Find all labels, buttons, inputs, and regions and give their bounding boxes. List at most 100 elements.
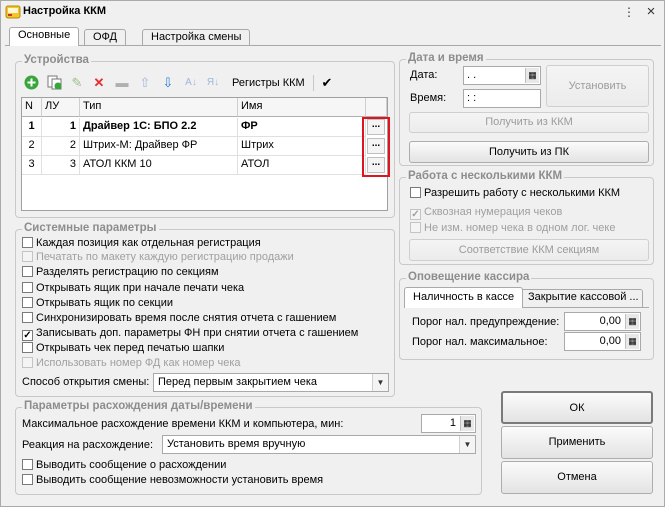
chevron-down-icon[interactable]: ▼ bbox=[459, 436, 475, 453]
multi-kkm-title: Работа с несколькими ККМ bbox=[406, 170, 565, 182]
discrepancy-title: Параметры расхождения даты/времени bbox=[22, 400, 255, 412]
show-diff-msg-checkbox[interactable]: Выводить сообщение о расхождении bbox=[22, 459, 226, 473]
cancel-button[interactable]: Отмена bbox=[501, 461, 653, 494]
checkbox-box[interactable] bbox=[22, 297, 33, 308]
opt-open-drawer-start-checkbox[interactable]: Открывать ящик при начале печати чека bbox=[22, 282, 244, 296]
calendar-icon[interactable]: ▦ bbox=[525, 68, 539, 83]
date-input[interactable]: . . ▦ bbox=[463, 66, 541, 85]
opt-each-position-checkbox[interactable]: Каждая позиция как отдельная регистрация bbox=[22, 237, 261, 251]
tab-shift-settings[interactable]: Настройка смены bbox=[142, 29, 251, 45]
add-icon[interactable] bbox=[23, 75, 39, 91]
registers-button[interactable]: Регистры ККМ bbox=[232, 77, 305, 89]
warn-threshold-value: 0,00 bbox=[599, 315, 621, 327]
col-header-lu[interactable]: ЛУ bbox=[42, 98, 80, 117]
checkbox-label: Не изм. номер чека в одном лог. чеке bbox=[424, 222, 616, 234]
more-icon[interactable]: ⋮ bbox=[621, 4, 637, 20]
checkbox-box[interactable] bbox=[22, 251, 33, 262]
cell-type: АТОЛ ККМ 10 bbox=[80, 156, 238, 175]
toolbar-divider bbox=[313, 75, 314, 91]
get-from-kkm-button[interactable]: Получить из ККМ bbox=[409, 112, 649, 133]
opt-fd-number-checkbox[interactable]: Использовать номер ФД как номер чека bbox=[22, 357, 241, 371]
through-numbering-checkbox[interactable]: ✓ Сквозная нумерация чеков bbox=[410, 206, 562, 220]
reaction-label: Реакция на расхождение: bbox=[22, 439, 154, 451]
opt-split-sections-checkbox[interactable]: Разделять регистрацию по секциям bbox=[22, 266, 219, 280]
checkbox-label: Записывать доп. параметры ФН при снятии … bbox=[36, 327, 359, 339]
copy-icon[interactable] bbox=[46, 75, 62, 91]
checkbox-box[interactable] bbox=[22, 474, 33, 485]
move-up-icon[interactable]: ⇧ bbox=[137, 75, 153, 91]
show-fail-msg-checkbox[interactable]: Выводить сообщение невозможности установ… bbox=[22, 474, 323, 488]
warn-threshold-input[interactable]: 0,00 ▦ bbox=[564, 312, 641, 331]
opt-write-fn-params-checkbox[interactable]: ✓ Записывать доп. параметры ФН при снятии… bbox=[22, 327, 358, 341]
opt-print-layout-checkbox[interactable]: Печатать по макету каждую регистрацию пр… bbox=[22, 251, 294, 265]
chevron-down-icon[interactable]: ▼ bbox=[372, 374, 388, 391]
checkbox-box[interactable]: ✓ bbox=[410, 209, 421, 220]
reaction-value: Установить время вручную bbox=[167, 438, 306, 450]
checkbox-box[interactable] bbox=[22, 357, 33, 368]
cell-n: 3 bbox=[22, 156, 42, 175]
max-threshold-input[interactable]: 0,00 ▦ bbox=[564, 332, 641, 351]
sort-asc-icon[interactable]: A↓ bbox=[183, 75, 199, 91]
tab-closing[interactable]: Закрытие кассовой ... bbox=[519, 289, 643, 308]
checkbox-box[interactable] bbox=[410, 222, 421, 233]
max-threshold-label: Порог нал. максимальное: bbox=[412, 336, 548, 348]
apply-button[interactable]: Применить bbox=[501, 426, 653, 459]
calculator-icon[interactable]: ▦ bbox=[460, 416, 474, 431]
set-time-button[interactable]: Установить bbox=[546, 65, 649, 107]
move-down-icon[interactable]: ⇩ bbox=[160, 75, 176, 91]
settings-window: Настройка ККМ ⋮ × Основные ОФД Настройка… bbox=[0, 0, 665, 507]
same-number-checkbox[interactable]: Не изм. номер чека в одном лог. чеке bbox=[410, 222, 615, 236]
date-value: . . bbox=[467, 69, 477, 81]
date-label: Дата: bbox=[410, 69, 438, 81]
sort-desc-icon[interactable]: Я↓ bbox=[205, 75, 221, 91]
max-diff-value: 1 bbox=[449, 417, 456, 429]
calculator-icon[interactable]: ▦ bbox=[625, 314, 639, 329]
check-icon[interactable]: ✔ bbox=[319, 75, 335, 91]
delete-icon[interactable]: ✕ bbox=[91, 75, 107, 91]
time-value: : : bbox=[467, 92, 477, 104]
checkbox-box[interactable] bbox=[22, 342, 33, 353]
col-header-name[interactable]: Имя bbox=[238, 98, 366, 117]
edit-icon[interactable]: ✎ bbox=[69, 75, 85, 91]
calculator-icon[interactable]: ▦ bbox=[625, 334, 639, 349]
allow-multi-checkbox[interactable]: Разрешить работу с несколькими ККМ bbox=[410, 187, 620, 201]
highlight-frame bbox=[362, 117, 390, 177]
checkbox-box[interactable] bbox=[410, 187, 421, 198]
checkbox-label: Выводить сообщение о расхождении bbox=[36, 459, 227, 471]
tab-ofd[interactable]: ОФД bbox=[84, 29, 127, 45]
checkbox-box[interactable] bbox=[22, 459, 33, 470]
opt-sync-time-checkbox[interactable]: Синхронизировать время после снятия отче… bbox=[22, 312, 336, 326]
checkbox-box[interactable] bbox=[22, 266, 33, 277]
checkbox-label: Каждая позиция как отдельная регистрация bbox=[36, 237, 261, 249]
col-header-type[interactable]: Тип bbox=[80, 98, 238, 117]
checkbox-box[interactable] bbox=[22, 237, 33, 248]
checkbox-label: Открывать чек перед печатью шапки bbox=[36, 342, 225, 354]
shift-open-value: Перед первым закрытием чека bbox=[158, 376, 317, 388]
reaction-select[interactable]: Установить время вручную ▼ bbox=[162, 435, 476, 454]
checkbox-box[interactable] bbox=[22, 312, 33, 323]
opt-open-receipt-checkbox[interactable]: Открывать чек перед печатью шапки bbox=[22, 342, 224, 356]
get-from-pc-button[interactable]: Получить из ПК bbox=[409, 141, 649, 163]
shift-open-select[interactable]: Перед первым закрытием чека ▼ bbox=[153, 373, 389, 392]
checkbox-box[interactable]: ✓ bbox=[22, 330, 33, 341]
tab-main[interactable]: Основные bbox=[9, 27, 80, 46]
max-diff-input[interactable]: 1 ▦ bbox=[421, 414, 476, 433]
cell-lu: 2 bbox=[42, 137, 80, 156]
checkbox-label: Открывать ящик по секции bbox=[36, 297, 174, 309]
close-icon[interactable]: × bbox=[643, 4, 659, 20]
time-input[interactable]: : : bbox=[463, 89, 541, 108]
checkbox-label: Сквозная нумерация чеков bbox=[424, 206, 563, 218]
cell-type: Штрих-М: Драйвер ФР bbox=[80, 137, 238, 156]
warn-threshold-label: Порог нал. предупреждение: bbox=[412, 316, 560, 328]
col-header-n[interactable]: N bbox=[22, 98, 42, 117]
tab-cash-in-drawer[interactable]: Наличность в кассе bbox=[404, 287, 524, 308]
checkbox-label: Открывать ящик при начале печати чека bbox=[36, 282, 245, 294]
checkbox-label: Использовать номер ФД как номер чека bbox=[36, 357, 241, 369]
opt-open-drawer-section-checkbox[interactable]: Открывать ящик по секции bbox=[22, 297, 173, 311]
window-title: Настройка ККМ bbox=[23, 5, 107, 17]
checkbox-box[interactable] bbox=[22, 282, 33, 293]
ok-button[interactable]: ОК bbox=[501, 391, 653, 424]
save-icon[interactable]: ▬ bbox=[114, 75, 130, 91]
checkbox-label: Синхронизировать время после снятия отче… bbox=[36, 312, 337, 324]
kkm-sections-button[interactable]: Соответствие ККМ секциям bbox=[409, 239, 649, 261]
